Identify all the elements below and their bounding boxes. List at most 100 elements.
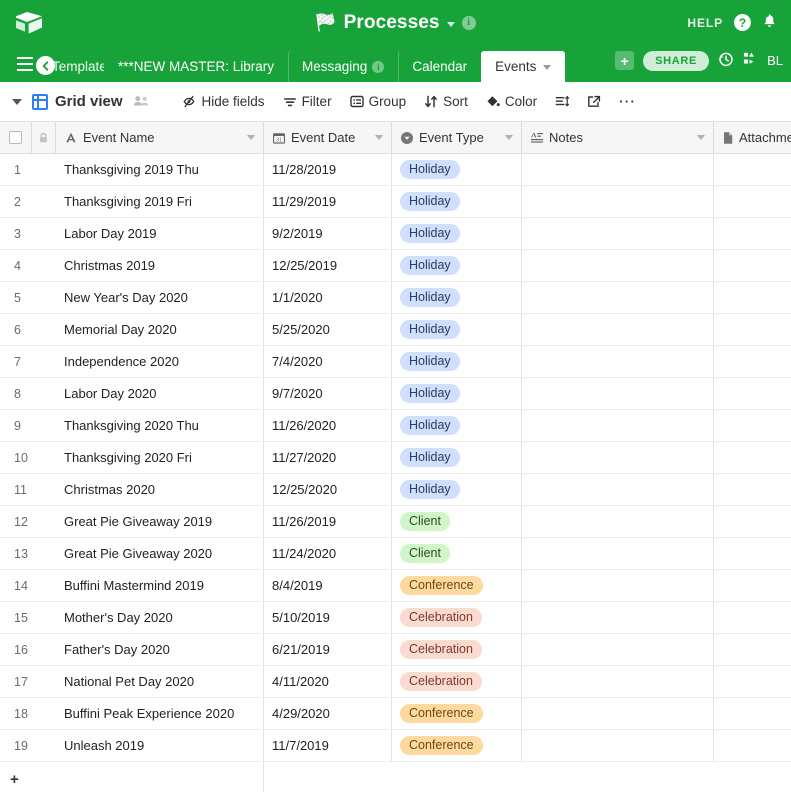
chevron-down-icon[interactable] bbox=[505, 135, 513, 140]
info-icon[interactable]: i bbox=[372, 60, 385, 73]
cell-notes[interactable] bbox=[522, 154, 714, 185]
cell-event-name[interactable]: Independence 2020 bbox=[56, 346, 264, 377]
table-row[interactable]: 18 Buffini Peak Experience 2020 4/29/2020 C… bbox=[0, 698, 791, 730]
cell-event-type[interactable]: Holiday bbox=[392, 154, 522, 185]
add-table-button[interactable]: + bbox=[615, 51, 635, 70]
cell-event-date[interactable]: 8/4/2019 bbox=[264, 570, 392, 601]
table-row[interactable]: 10 Thanksgiving 2020 Fri 11/27/2020 Holiday bbox=[0, 442, 791, 474]
column-header-notes[interactable]: Notes bbox=[522, 122, 714, 153]
cell-notes[interactable] bbox=[522, 698, 714, 729]
cell-attachments[interactable] bbox=[714, 346, 791, 377]
cell-event-date[interactable]: 11/26/2020 bbox=[264, 410, 392, 441]
airtable-logo-icon[interactable] bbox=[14, 10, 44, 36]
hide-fields-button[interactable]: Hide fields bbox=[172, 89, 274, 114]
cell-notes[interactable] bbox=[522, 570, 714, 601]
cell-attachments[interactable] bbox=[714, 602, 791, 633]
cell-event-date[interactable]: 5/10/2019 bbox=[264, 602, 392, 633]
cell-event-type[interactable]: Holiday bbox=[392, 346, 522, 377]
cell-event-name[interactable]: Memorial Day 2020 bbox=[56, 314, 264, 345]
cell-event-name[interactable]: Unleash 2019 bbox=[56, 730, 264, 761]
tab-calendar[interactable]: Calendar bbox=[398, 51, 481, 82]
cell-event-type[interactable]: Holiday bbox=[392, 410, 522, 441]
chevron-down-icon[interactable] bbox=[697, 135, 705, 140]
table-row[interactable]: 7 Independence 2020 7/4/2020 Holiday bbox=[0, 346, 791, 378]
cell-event-name[interactable]: Christmas 2020 bbox=[56, 474, 264, 505]
table-row[interactable]: 11 Christmas 2020 12/25/2020 Holiday bbox=[0, 474, 791, 506]
cell-attachments[interactable] bbox=[714, 506, 791, 537]
cell-event-type[interactable]: Holiday bbox=[392, 186, 522, 217]
help-label[interactable]: HELP bbox=[687, 16, 723, 30]
cell-attachments[interactable] bbox=[714, 250, 791, 281]
cell-event-type[interactable]: Celebration bbox=[392, 602, 522, 633]
cell-notes[interactable] bbox=[522, 218, 714, 249]
cell-notes[interactable] bbox=[522, 474, 714, 505]
cell-event-date[interactable]: 6/21/2019 bbox=[264, 634, 392, 665]
group-button[interactable]: Group bbox=[341, 89, 416, 114]
chevron-down-icon[interactable] bbox=[375, 135, 383, 140]
cell-event-name[interactable]: New Year's Day 2020 bbox=[56, 282, 264, 313]
cell-notes[interactable] bbox=[522, 506, 714, 537]
cell-attachments[interactable] bbox=[714, 634, 791, 665]
cell-notes[interactable] bbox=[522, 282, 714, 313]
sort-button[interactable]: Sort bbox=[415, 89, 477, 114]
cell-attachments[interactable] bbox=[714, 570, 791, 601]
cell-event-name[interactable]: Thanksgiving 2019 Fri bbox=[56, 186, 264, 217]
cell-attachments[interactable] bbox=[714, 666, 791, 697]
cell-event-date[interactable]: 4/29/2020 bbox=[264, 698, 392, 729]
cell-notes[interactable] bbox=[522, 314, 714, 345]
cell-notes[interactable] bbox=[522, 378, 714, 409]
cell-notes[interactable] bbox=[522, 602, 714, 633]
tab-messaging[interactable]: Messaging i bbox=[288, 51, 398, 82]
cell-event-name[interactable]: Great Pie Giveaway 2019 bbox=[56, 506, 264, 537]
cell-event-type[interactable]: Celebration bbox=[392, 666, 522, 697]
cell-event-type[interactable]: Holiday bbox=[392, 250, 522, 281]
view-name-label[interactable]: Grid view bbox=[55, 93, 123, 110]
cell-event-type[interactable]: Holiday bbox=[392, 378, 522, 409]
cell-event-date[interactable]: 9/2/2019 bbox=[264, 218, 392, 249]
cell-event-type[interactable]: Holiday bbox=[392, 314, 522, 345]
table-row[interactable]: 12 Great Pie Giveaway 2019 11/26/2019 Clien… bbox=[0, 506, 791, 538]
cell-event-date[interactable]: 11/28/2019 bbox=[264, 154, 392, 185]
cell-event-name[interactable]: Thanksgiving 2020 Fri bbox=[56, 442, 264, 473]
cell-notes[interactable] bbox=[522, 666, 714, 697]
select-all-checkbox[interactable] bbox=[0, 122, 32, 153]
table-row[interactable]: 2 Thanksgiving 2019 Fri 11/29/2019 Holiday bbox=[0, 186, 791, 218]
cell-event-date[interactable]: 11/29/2019 bbox=[264, 186, 392, 217]
column-header-event-name[interactable]: Event Name bbox=[56, 122, 264, 153]
cell-attachments[interactable] bbox=[714, 410, 791, 441]
cell-event-name[interactable]: Great Pie Giveaway 2020 bbox=[56, 538, 264, 569]
cell-event-type[interactable]: Client bbox=[392, 538, 522, 569]
cell-event-name[interactable]: Buffini Mastermind 2019 bbox=[56, 570, 264, 601]
cell-event-name[interactable]: Thanksgiving 2019 Thu bbox=[56, 154, 264, 185]
table-row[interactable]: 8 Labor Day 2020 9/7/2020 Holiday bbox=[0, 378, 791, 410]
cell-event-type[interactable]: Celebration bbox=[392, 634, 522, 665]
share-button[interactable]: SHARE bbox=[643, 50, 710, 71]
table-row[interactable]: 17 National Pet Day 2020 4/11/2020 Celebrat… bbox=[0, 666, 791, 698]
chevron-down-icon[interactable] bbox=[247, 135, 255, 140]
table-row[interactable]: 9 Thanksgiving 2020 Thu 11/26/2020 Holiday bbox=[0, 410, 791, 442]
cell-event-name[interactable]: Buffini Peak Experience 2020 bbox=[56, 698, 264, 729]
table-row[interactable]: 4 Christmas 2019 12/25/2019 Holiday bbox=[0, 250, 791, 282]
question-mark-icon[interactable]: ? bbox=[734, 14, 751, 31]
collaborators-icon[interactable] bbox=[133, 94, 150, 110]
cell-attachments[interactable] bbox=[714, 282, 791, 313]
cell-event-name[interactable]: Labor Day 2019 bbox=[56, 218, 264, 249]
table-row[interactable]: 19 Unleash 2019 11/7/2019 Conference bbox=[0, 730, 791, 762]
cell-attachments[interactable] bbox=[714, 730, 791, 761]
more-options-icon[interactable]: ⋯ bbox=[610, 93, 644, 110]
cell-attachments[interactable] bbox=[714, 474, 791, 505]
blocks-label[interactable]: BL bbox=[767, 53, 783, 68]
row-height-button[interactable] bbox=[546, 90, 578, 113]
column-header-attachments[interactable]: Attachments bbox=[714, 122, 791, 153]
cell-notes[interactable] bbox=[522, 410, 714, 441]
bell-notification-icon[interactable] bbox=[762, 13, 777, 32]
app-title-group[interactable]: 🏁 Processes i bbox=[0, 12, 791, 34]
cell-notes[interactable] bbox=[522, 634, 714, 665]
cell-event-type[interactable]: Conference bbox=[392, 730, 522, 761]
table-row[interactable]: 13 Great Pie Giveaway 2020 11/24/2020 Clien… bbox=[0, 538, 791, 570]
cell-event-date[interactable]: 1/1/2020 bbox=[264, 282, 392, 313]
cell-attachments[interactable] bbox=[714, 698, 791, 729]
chevron-left-icon[interactable] bbox=[36, 56, 55, 75]
cell-event-name[interactable]: National Pet Day 2020 bbox=[56, 666, 264, 697]
add-row-icon[interactable]: + bbox=[0, 771, 56, 788]
